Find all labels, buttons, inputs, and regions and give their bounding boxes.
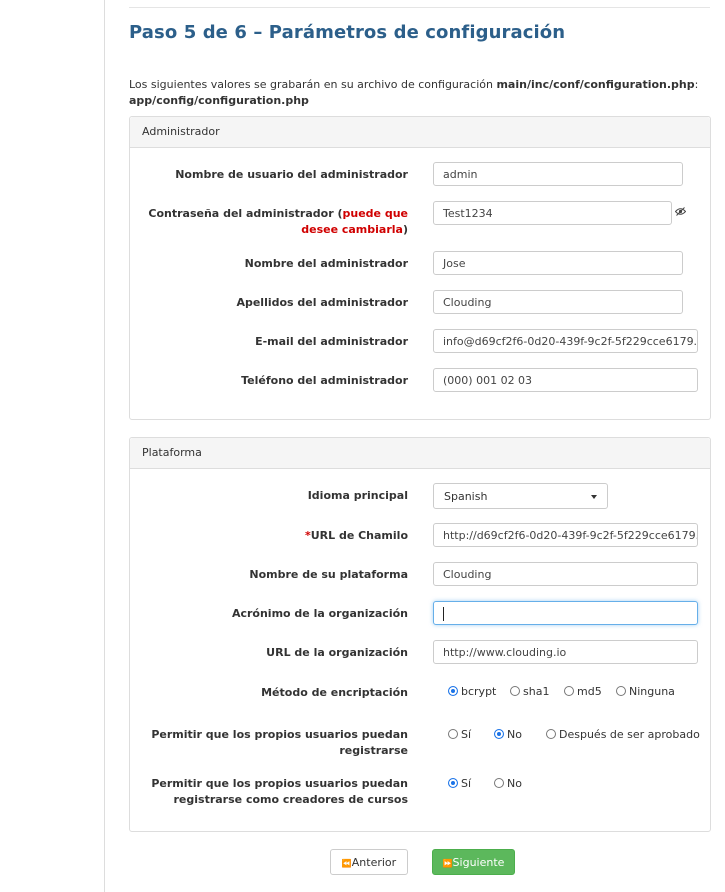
encryption-option-label: sha1 (523, 685, 550, 698)
encryption-option-md5[interactable]: md5 (564, 685, 602, 699)
radio-icon (564, 686, 574, 696)
admin-password-hint-1: puede que (342, 207, 409, 220)
top-divider (129, 7, 710, 8)
encryption-option-label: bcrypt (461, 685, 497, 698)
backward-icon: ⏪ (341, 859, 352, 868)
allow-registration-label-line2: registrarse (339, 744, 408, 757)
chamilo-url-label-text: URL de Chamilo (310, 529, 408, 542)
admin-firstname-input[interactable]: Jose (433, 251, 683, 275)
registration-option-label: Sí (461, 728, 472, 741)
allow-teacher-registration-label: Permitir que los propios usuarios puedan… (151, 776, 408, 808)
allow-teacher-registration-line2: registrarse como creadores de cursos (173, 793, 409, 806)
admin-lastname-input[interactable]: Clouding (433, 290, 683, 314)
radio-selected-icon (448, 686, 458, 696)
admin-panel-heading: Administrador (130, 117, 710, 148)
radio-icon (510, 686, 520, 696)
text-caret (443, 607, 444, 621)
admin-panel: Administrador Nombre de usuario del admi… (129, 116, 711, 420)
org-url-label: URL de la organización (266, 646, 408, 659)
platform-name-label: Nombre de su plataforma (249, 568, 408, 581)
admin-password-label: Contraseña del administrador (puede que … (148, 206, 408, 238)
admin-password-label-close: ) (402, 223, 408, 236)
radio-selected-icon (448, 778, 458, 788)
registration-option-label: No (507, 728, 522, 741)
forward-icon: ⏩ (442, 859, 453, 868)
intro-sentence: Los siguientes valores se grabarán en su… (129, 78, 497, 91)
org-acronym-input[interactable] (433, 601, 698, 625)
allow-teacher-registration-no[interactable]: No (494, 777, 522, 791)
admin-email-label: E-mail del administrador (255, 335, 408, 348)
admin-email-input[interactable]: info@d69cf2f6-0d20-439f-9c2f-5f229cce617… (433, 329, 698, 353)
previous-button[interactable]: ⏪Anterior (330, 849, 408, 875)
allow-registration-label-line1: Permitir que los propios usuarios puedan (151, 728, 408, 741)
radio-icon (616, 686, 626, 696)
teacher-option-label: No (507, 777, 522, 790)
admin-username-input[interactable]: admin (433, 162, 683, 186)
allow-registration-no[interactable]: No (494, 728, 522, 742)
allow-teacher-registration-yes[interactable]: Sí (448, 777, 471, 791)
platform-panel-heading: Plataforma (130, 438, 710, 469)
config-path-1: main/inc/conf/configuration.php (496, 78, 695, 91)
allow-registration-yes[interactable]: Sí (448, 728, 471, 742)
admin-username-label: Nombre de usuario del administrador (175, 168, 408, 181)
encryption-option-label: md5 (577, 685, 602, 698)
admin-phone-input[interactable]: (000) 001 02 03 (433, 368, 698, 392)
caret-down-icon (591, 495, 597, 499)
radio-icon (448, 729, 458, 739)
encryption-option-label: Ninguna (629, 685, 675, 698)
admin-phone-label: Teléfono del administrador (241, 374, 408, 387)
radio-icon (546, 729, 556, 739)
chamilo-url-label: *URL de Chamilo (305, 528, 408, 544)
sidebar-divider (104, 0, 105, 892)
installation-page: Paso 5 de 6 – Parámetros de configuració… (0, 0, 725, 892)
org-url-input[interactable]: http://www.clouding.io (433, 640, 698, 664)
encryption-option-sha1[interactable]: sha1 (510, 685, 549, 699)
allow-registration-label: Permitir que los propios usuarios puedan… (151, 727, 408, 759)
admin-password-input[interactable]: Test1234 (433, 201, 672, 225)
next-button[interactable]: ⏩Siguiente (432, 849, 515, 875)
allow-teacher-registration-line1: Permitir que los propios usuarios puedan (151, 777, 408, 790)
registration-option-label: Después de ser aprobado (559, 728, 700, 741)
admin-lastname-label: Apellidos del administrador (236, 296, 408, 309)
radio-icon (494, 778, 504, 788)
config-path-2: app/config/configuration.php (129, 94, 309, 107)
admin-password-label-text: Contraseña del administrador ( (148, 207, 343, 220)
radio-selected-icon (494, 729, 504, 739)
encryption-option-none[interactable]: Ninguna (616, 685, 675, 699)
language-select[interactable]: Spanish (433, 483, 608, 509)
encryption-label: Método de encriptación (261, 686, 408, 699)
admin-password-hint-2: desee cambiarla (301, 223, 403, 236)
eye-slash-icon[interactable] (674, 207, 687, 219)
admin-firstname-label: Nombre del administrador (244, 257, 408, 270)
encryption-option-bcrypt[interactable]: bcrypt (448, 685, 496, 699)
org-acronym-label: Acrónimo de la organización (231, 607, 408, 620)
language-selected-value: Spanish (444, 490, 488, 503)
intro-text: Los siguientes valores se grabarán en su… (129, 77, 699, 109)
allow-registration-approval[interactable]: Después de ser aprobado (546, 728, 700, 742)
intro-separator: : (694, 78, 699, 91)
platform-name-input[interactable]: Clouding (433, 562, 698, 586)
language-label: Idioma principal (307, 489, 408, 502)
teacher-option-label: Sí (461, 777, 472, 790)
platform-panel: Plataforma Idioma principal Spanish *URL… (129, 437, 711, 832)
chamilo-url-input[interactable]: http://d69cf2f6-0d20-439f-9c2f-5f229cce6… (433, 523, 698, 547)
previous-button-label: Anterior (351, 856, 397, 869)
next-button-label: Siguiente (452, 856, 505, 869)
page-title: Paso 5 de 6 – Parámetros de configuració… (129, 22, 566, 43)
